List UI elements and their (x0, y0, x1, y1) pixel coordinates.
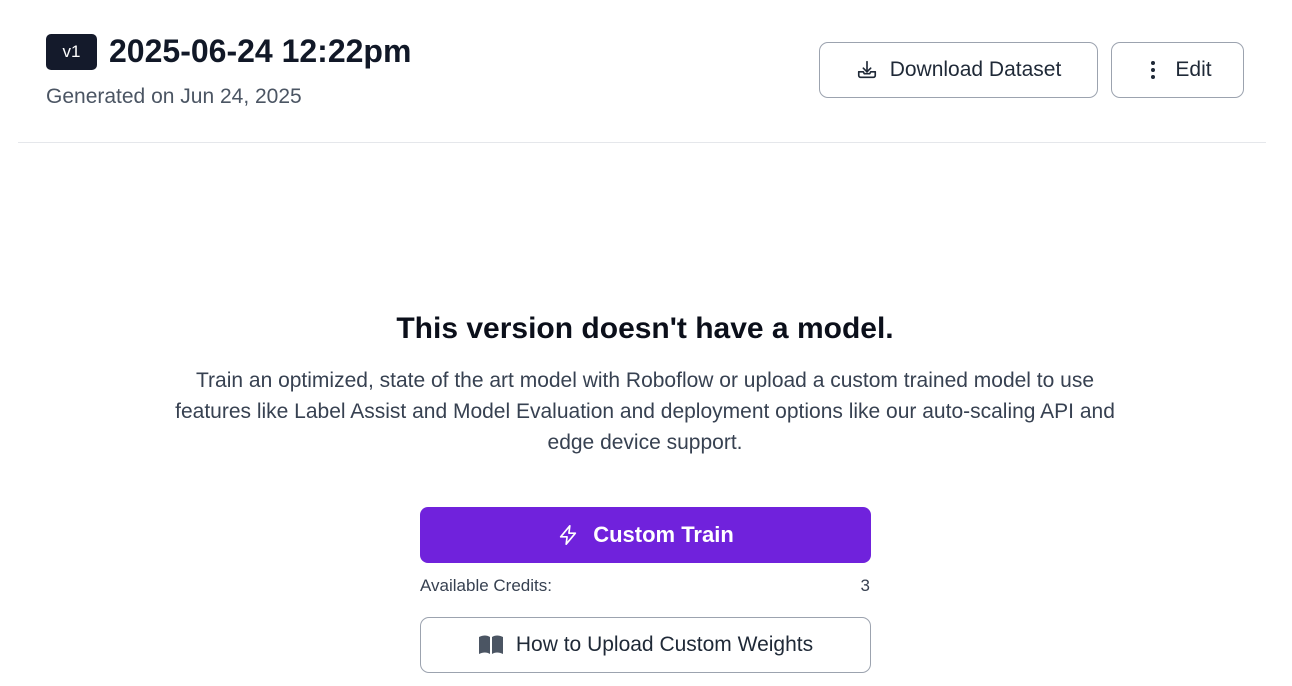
empty-state-description: Train an optimized, state of the art mod… (175, 369, 1115, 454)
open-book-icon (478, 634, 504, 656)
empty-state-title: This version doesn't have a model. (396, 312, 894, 345)
available-credits-value: 3 (860, 576, 870, 595)
version-title: 2025-06-24 12:22pm (109, 33, 412, 69)
more-vertical-icon (1143, 59, 1163, 81)
download-dataset-label: Download Dataset (889, 58, 1062, 81)
upload-weights-guide-button[interactable]: How to Upload Custom Weights (420, 617, 871, 673)
edit-button[interactable]: Edit (1111, 42, 1244, 98)
generated-date: Generated on Jun 24, 2025 (46, 85, 302, 108)
download-tray-icon (856, 59, 878, 81)
version-page: v1 2025-06-24 12:22pm Generated on Jun 2… (0, 0, 1292, 686)
lightning-bolt-icon (557, 523, 579, 547)
upload-weights-label: How to Upload Custom Weights (515, 633, 814, 656)
download-dataset-button[interactable]: Download Dataset (819, 42, 1098, 98)
custom-train-label: Custom Train (593, 522, 734, 547)
edit-label: Edit (1175, 58, 1212, 81)
version-badge: v1 (46, 34, 97, 70)
custom-train-button[interactable]: Custom Train (420, 507, 871, 563)
available-credits-label: Available Credits: (420, 576, 552, 595)
version-header: v1 2025-06-24 12:22pm Generated on Jun 2… (18, 0, 1266, 143)
